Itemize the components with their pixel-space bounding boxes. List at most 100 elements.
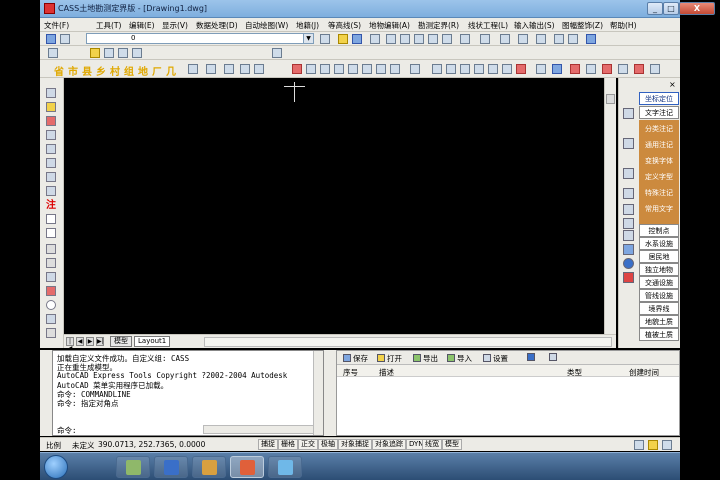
minimize-button[interactable]: _ <box>647 2 663 15</box>
redraw-icon[interactable] <box>46 116 56 126</box>
scrollbar-thumb[interactable] <box>606 94 615 104</box>
column-header-type[interactable]: 类型 <box>567 367 582 378</box>
status-menu-icon[interactable] <box>662 440 672 450</box>
panel-item-water-system[interactable]: 水系设施 <box>639 237 679 250</box>
canvas-vertical-scrollbar[interactable] <box>604 78 616 334</box>
menu-contour[interactable]: 等高线(S) <box>328 20 361 31</box>
panel-item-pipeline[interactable]: 管线设施 <box>639 289 679 302</box>
menu-linear-engineering[interactable]: 线状工程(L) <box>468 20 508 31</box>
edit-text-icon[interactable] <box>623 168 634 179</box>
menu-auto-draw[interactable]: 自动绘图(W) <box>245 20 288 31</box>
taskbar-explorer[interactable] <box>116 456 150 478</box>
dxf-icon[interactable] <box>586 64 596 74</box>
grid-toggle[interactable]: 栅格 <box>278 439 298 450</box>
elevation-icon[interactable] <box>46 286 56 296</box>
circle-icon[interactable] <box>46 144 56 154</box>
cass-tool-city[interactable]: 市 <box>68 63 78 78</box>
fillet-icon[interactable] <box>502 64 512 74</box>
menu-edit[interactable]: 编辑(E) <box>129 20 155 31</box>
grid-icon[interactable] <box>188 64 198 74</box>
menu-map-decoration[interactable]: 图幅整饰(Z) <box>562 20 603 31</box>
pan-icon[interactable] <box>386 34 396 44</box>
menu-tools[interactable]: 工具(T) <box>96 20 121 31</box>
panel-item-category-annotation[interactable]: 分类注记 <box>639 122 679 135</box>
taskbar-chat[interactable] <box>268 456 302 478</box>
command-window[interactable]: 加载自定义文件成功。自定义组: CASS 正在重生成模型。 AutoCAD Ex… <box>52 350 324 436</box>
communication-icon[interactable] <box>634 440 644 450</box>
settings-button[interactable]: 设置 <box>483 353 508 364</box>
rectangle-outline-icon[interactable] <box>46 228 56 238</box>
chart-icon[interactable] <box>549 353 559 362</box>
import-button[interactable]: 导入 <box>447 353 472 364</box>
panel-item-vegetation[interactable]: 植被土质 <box>639 328 679 341</box>
help-icon[interactable] <box>586 34 596 44</box>
save-button[interactable]: 保存 <box>343 353 368 364</box>
column-header-description[interactable]: 描述 <box>379 367 394 378</box>
menu-file[interactable]: 文件(F) <box>44 20 69 31</box>
text-tool-icon[interactable] <box>623 108 634 119</box>
attribute-icon[interactable] <box>254 64 264 74</box>
table-icon[interactable] <box>46 172 56 182</box>
taskbar-word[interactable] <box>154 456 188 478</box>
last-tab-button[interactable]: ▶| <box>96 337 104 346</box>
undo-icon[interactable] <box>460 34 470 44</box>
explode-icon[interactable] <box>516 64 526 74</box>
cass-tool-county[interactable]: 县 <box>82 63 92 78</box>
layer-status-icon[interactable] <box>48 48 58 58</box>
person-icon[interactable] <box>527 353 537 362</box>
zoom-out-icon[interactable] <box>414 34 424 44</box>
trim-icon[interactable] <box>446 64 456 74</box>
layer-dropdown[interactable]: 0 ▼ <box>86 33 314 44</box>
taskbar-cass[interactable] <box>230 456 264 478</box>
zoom-extents-icon[interactable] <box>442 34 452 44</box>
extend-icon[interactable] <box>460 64 470 74</box>
line-icon[interactable] <box>554 34 564 44</box>
zoom-window-icon[interactable] <box>428 34 438 44</box>
menu-data-processing[interactable]: 数据处理(D) <box>196 20 238 31</box>
polar-toggle[interactable]: 极轴 <box>318 439 338 450</box>
panel-divider[interactable] <box>324 350 336 436</box>
command-horizontal-scrollbar[interactable] <box>203 425 315 434</box>
close-button[interactable]: X <box>679 2 715 15</box>
menu-feature-edit[interactable]: 地物编辑(A) <box>369 20 410 31</box>
stretch-icon[interactable] <box>432 64 442 74</box>
symbol-icon[interactable] <box>623 188 634 199</box>
maximize-button[interactable]: □ <box>663 2 679 15</box>
diagonal-line-icon[interactable] <box>46 314 56 324</box>
pen-icon[interactable] <box>623 218 634 229</box>
point-icon[interactable] <box>46 300 56 310</box>
dimension-icon[interactable] <box>570 64 580 74</box>
cass-tool-township[interactable]: 乡 <box>96 63 106 78</box>
panel-item-define-font[interactable]: 定义字型 <box>639 170 679 183</box>
globe-icon[interactable] <box>623 244 634 255</box>
cass-tool-corner[interactable]: ㄏ <box>152 63 162 78</box>
match-properties-icon[interactable] <box>536 34 546 44</box>
model-toggle[interactable]: 模型 <box>442 439 462 450</box>
scale-icon[interactable] <box>410 64 420 74</box>
rectangle-icon[interactable] <box>46 158 56 168</box>
marker-icon[interactable] <box>634 64 644 74</box>
dotted-line-icon[interactable] <box>46 258 56 268</box>
offset-icon[interactable] <box>348 64 358 74</box>
command-window-grip[interactable] <box>40 350 52 436</box>
cass-tool-frame[interactable]: 几 <box>166 63 176 78</box>
save-icon[interactable] <box>352 34 362 44</box>
sun-icon[interactable] <box>104 48 114 58</box>
lock-icon[interactable] <box>648 440 658 450</box>
copy-icon[interactable] <box>320 64 330 74</box>
menu-cadastre[interactable]: 地籍(J) <box>296 20 319 31</box>
annotation-tool-label[interactable]: 注 <box>46 196 56 211</box>
object-snap-toggle[interactable]: 对象捕捉 <box>338 439 372 450</box>
cass-tool-group[interactable]: 组 <box>124 63 134 78</box>
menu-help[interactable]: 帮助(H) <box>610 20 637 31</box>
canvas-horizontal-scrollbar[interactable] <box>204 337 612 347</box>
panel-item-text-annotation[interactable]: 文字注记 <box>639 106 679 119</box>
first-tab-button[interactable]: |◀ <box>66 337 74 352</box>
panel-item-residential[interactable]: 居民地 <box>639 250 679 263</box>
layer-previous-icon[interactable] <box>60 34 70 44</box>
layout-icon[interactable] <box>650 64 660 74</box>
open-button[interactable]: 打开 <box>377 353 402 364</box>
dashed-line-icon[interactable] <box>46 244 56 254</box>
erase-icon[interactable] <box>306 64 316 74</box>
cass-tool-land[interactable]: 地 <box>138 63 148 78</box>
